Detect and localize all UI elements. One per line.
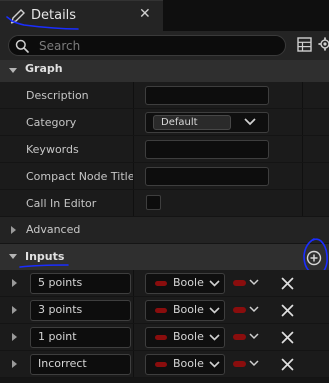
chevron-down-icon (249, 360, 259, 367)
column-divider (302, 82, 303, 108)
description-field[interactable] (145, 86, 269, 105)
chevron-right-icon (11, 226, 16, 234)
parameter-type-combo[interactable]: Boole (145, 354, 225, 375)
property-row-keywords: Keywords (0, 136, 329, 163)
column-divider (302, 163, 303, 189)
bool-pin-icon (155, 308, 167, 313)
column-divider (302, 190, 303, 216)
advanced-label: Advanced (26, 223, 81, 236)
gear-icon[interactable] (318, 36, 329, 52)
section-graph-header[interactable]: Graph (0, 60, 329, 82)
column-divider (133, 163, 134, 189)
single-value-pin-icon (233, 280, 246, 286)
property-label: Keywords (26, 143, 79, 156)
section-graph-label: Graph (25, 62, 63, 75)
search-row (0, 31, 329, 60)
chevron-down-icon (9, 254, 17, 259)
close-x-icon[interactable] (281, 358, 294, 371)
property-row-compact-node-title: Compact Node Title (0, 163, 329, 190)
category-combo[interactable]: Default (145, 112, 269, 133)
chevron-down-icon (9, 68, 17, 73)
bool-pin-icon (155, 335, 167, 340)
parameter-name-field[interactable]: 1 point (30, 327, 131, 348)
column-divider (133, 324, 134, 350)
property-row-description: Description (0, 82, 329, 109)
parameter-name-field[interactable]: 3 points (30, 300, 131, 321)
chevron-down-icon (209, 280, 220, 287)
parameter-type-combo[interactable]: Boole (145, 273, 225, 294)
input-parameter-row: Incorrect Boole (0, 351, 329, 378)
annotation-underline (19, 264, 69, 268)
chevron-right-icon[interactable] (12, 279, 17, 287)
parameter-type-label: Boole (173, 276, 204, 289)
property-label: Description (26, 89, 89, 102)
chevron-down-icon (209, 361, 220, 368)
parameter-name-field[interactable]: 5 points (30, 273, 131, 294)
close-x-icon[interactable] (281, 331, 294, 344)
container-type-combo[interactable] (233, 330, 263, 344)
property-row-call-in-editor: Call In Editor (0, 190, 329, 217)
column-divider (133, 351, 134, 377)
bool-pin-icon (155, 362, 167, 367)
single-value-pin-icon (233, 307, 246, 313)
single-value-pin-icon (233, 334, 246, 340)
parameter-type-label: Boole (173, 330, 204, 343)
advanced-group-row[interactable]: Advanced (0, 217, 329, 243)
bool-pin-icon (155, 281, 167, 286)
column-divider (133, 82, 134, 108)
property-row-category: Category Default (0, 109, 329, 136)
call-in-editor-checkbox[interactable] (146, 195, 161, 210)
parameter-type-label: Boole (173, 357, 204, 370)
compact-node-title-field[interactable] (145, 167, 269, 186)
column-divider (133, 136, 134, 162)
keywords-field[interactable] (145, 140, 269, 159)
close-x-icon[interactable] (281, 277, 294, 290)
parameter-type-combo[interactable]: Boole (145, 327, 225, 348)
property-label: Compact Node Title (26, 170, 135, 183)
parameter-type-label: Boole (173, 303, 204, 316)
column-divider (302, 136, 303, 162)
input-parameter-row: 1 point Boole (0, 324, 329, 351)
container-type-combo[interactable] (233, 303, 263, 317)
container-type-combo[interactable] (233, 276, 263, 290)
close-x-icon[interactable] (281, 304, 294, 317)
column-divider (133, 270, 134, 296)
search-icon (15, 39, 29, 53)
column-divider (133, 297, 134, 323)
chevron-down-icon[interactable] (244, 117, 256, 127)
property-label: Call In Editor (26, 197, 97, 210)
property-label: Category (26, 116, 77, 129)
parameter-name-field[interactable]: Incorrect (30, 354, 131, 375)
input-parameter-row: 5 points Boole (0, 270, 329, 297)
grid-icon[interactable] (297, 37, 312, 52)
single-value-pin-icon (233, 361, 246, 367)
close-icon[interactable]: ✕ (139, 6, 151, 22)
chevron-down-icon (249, 333, 259, 340)
column-divider (302, 109, 303, 135)
tab-bar: Details ✕ (0, 0, 329, 31)
column-divider (133, 109, 134, 135)
chevron-down-icon (209, 307, 220, 314)
chevron-down-icon (209, 334, 220, 341)
input-parameter-row: 3 points Boole (0, 297, 329, 324)
parameter-type-combo[interactable]: Boole (145, 300, 225, 321)
chevron-right-icon[interactable] (12, 333, 17, 341)
search-input[interactable] (39, 37, 279, 55)
category-value[interactable]: Default (153, 115, 231, 130)
chevron-down-icon (249, 306, 259, 313)
column-divider (133, 190, 134, 216)
search-box[interactable] (8, 35, 286, 56)
container-type-combo[interactable] (233, 357, 263, 371)
chevron-right-icon[interactable] (12, 306, 17, 314)
chevron-right-icon[interactable] (12, 360, 17, 368)
chevron-down-icon (249, 279, 259, 286)
